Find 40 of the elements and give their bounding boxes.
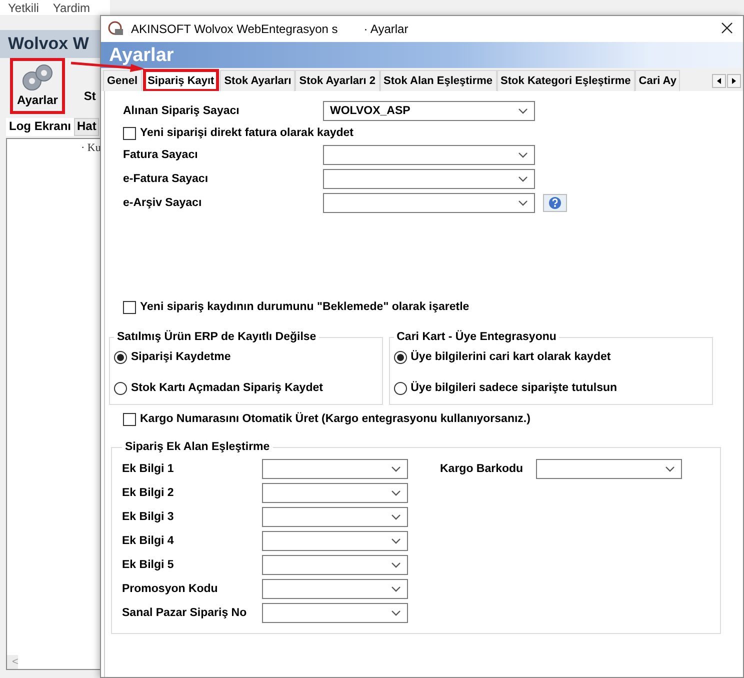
checkbox-label: Yeni siparişi direkt fatura olarak kaydet: [140, 127, 354, 139]
field-label: Kargo Barkodu: [440, 463, 524, 475]
tab[interactable]: Log Ekranı: [6, 118, 74, 136]
field-label: Ek Bilgi 5: [122, 559, 175, 571]
tab[interactable]: Stok Alan Eşleştirme: [380, 70, 497, 91]
tab[interactable]: Sipariş Kayıt: [144, 70, 218, 91]
dialog-header: Ayarlar: [101, 42, 743, 68]
field-label: e-Fatura Sayacı: [123, 173, 210, 185]
field-label: Ek Bilgi 3: [122, 511, 175, 523]
tab[interactable]: Genel: [103, 70, 142, 91]
log-text: · Ku: [80, 141, 102, 154]
field-label: e-Arşiv Sayacı: [123, 197, 203, 209]
group-title: Cari Kart - Üye Entegrasyonu: [396, 331, 558, 343]
tab[interactable]: Stok Kategori Eşleştirme: [496, 70, 635, 91]
field-label: Sanal Pazar Sipariş No: [122, 607, 248, 619]
field-label: Ek Bilgi 2: [122, 487, 175, 499]
toolbar-button[interactable]: Ayarlar: [10, 58, 65, 114]
tab[interactable]: Stok Ayarları: [220, 70, 296, 91]
checkbox-label: Yeni sipariş kaydının durumunu "Beklemede" olarak işaretle: [140, 301, 470, 313]
dropdown-field[interactable]: WOLVOX_ASP: [323, 101, 535, 121]
tab[interactable]: Cari Ay: [634, 70, 680, 91]
window-title: AKINSOFT Wolvox WebEntegrasyon s: [131, 22, 338, 36]
tab[interactable]: Stok Ayarları 2: [295, 70, 380, 91]
field-label: Fatura Sayacı: [123, 149, 199, 161]
field-label: Ek Bilgi 1: [122, 463, 175, 475]
menu-item[interactable]: Yetkili: [8, 0, 39, 14]
field-label: Alınan Sipariş Sayacı: [123, 105, 240, 117]
menu-item[interactable]: Yardim: [52, 0, 90, 14]
radio-label: Üye bilgileri sadece siparişte tutulsun: [410, 382, 618, 394]
field-label: Promosyon Kodu: [122, 583, 219, 595]
field-label: Ek Bilgi 4: [122, 535, 175, 547]
group-title: Sipariş Ek Alan Eşleştirme: [124, 441, 271, 453]
window-title: · Ayarlar: [364, 22, 408, 36]
radio-label: Stok Kartı Açmadan Sipariş Kaydet: [131, 382, 323, 394]
checkbox-label: Kargo Numarasını Otomatik Üret (Kargo entegrasyonu kullanıyorsanız.): [140, 413, 530, 425]
tab[interactable]: Hat: [74, 118, 100, 136]
group-title: Satılmış Ürün ERP de Kayıtlı Değilse: [116, 331, 318, 343]
radio-label: Siparişi Kaydetme: [131, 351, 231, 363]
radio-label: Üye bilgilerini cari kart olarak kaydet: [410, 351, 611, 363]
toolbar-button[interactable]: St: [76, 84, 103, 114]
